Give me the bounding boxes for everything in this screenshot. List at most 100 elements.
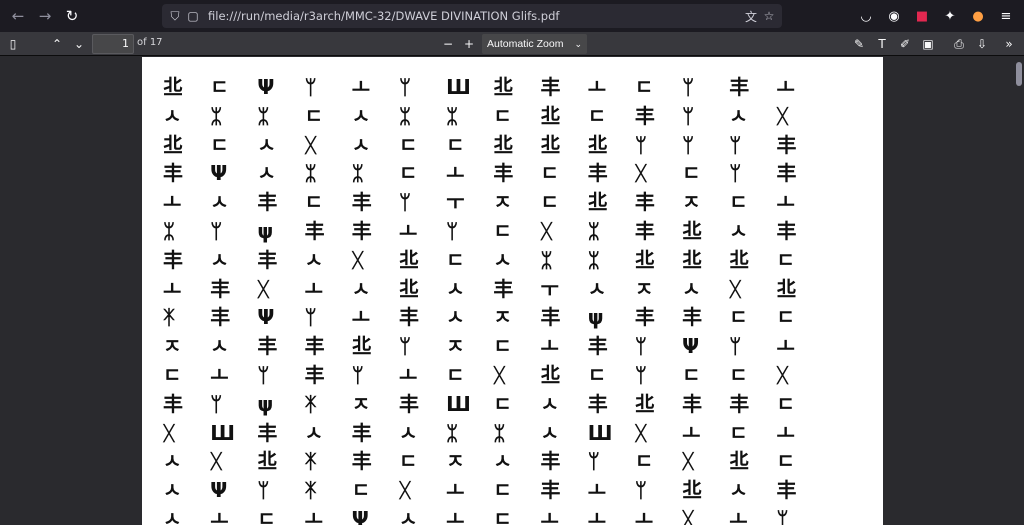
profile-icon[interactable]: ●	[966, 4, 990, 28]
glyph-symbol: 丰	[351, 449, 372, 474]
star-icon[interactable]: ☆	[760, 7, 778, 25]
glyph-symbol: ᚷ	[257, 276, 270, 301]
save-icon[interactable]: ⇩	[971, 34, 993, 54]
glyph-symbol: ㅈ	[634, 276, 654, 301]
glyph-symbol: ᛯ	[163, 218, 175, 243]
next-page-icon[interactable]: ⌄	[68, 34, 90, 54]
glyph-symbol: 丰	[634, 103, 655, 128]
glyph-symbol: ㄷ	[446, 362, 465, 387]
glyph-symbol: 丠	[587, 132, 608, 157]
forward-icon[interactable]: →	[33, 4, 57, 28]
glyph-symbol: ᛘ	[682, 75, 695, 99]
reload-icon[interactable]: ↻	[60, 4, 84, 28]
url-text[interactable]: file:///run/media/r3arch/MMC-32/DWAVE DI…	[208, 9, 559, 23]
glyph-symbol: Ψ	[351, 506, 369, 525]
zoom-out-icon[interactable]: −	[437, 34, 459, 54]
sidebar-toggle-icon[interactable]: ▯	[2, 34, 24, 54]
chevron-down-icon: ⌄	[574, 39, 582, 49]
glyph-symbol: ㄷ	[493, 334, 512, 359]
scrollbar-thumb[interactable]	[1016, 62, 1022, 86]
glyph-symbol: 丠	[163, 75, 183, 99]
menu-icon[interactable]: ≡	[994, 4, 1018, 28]
draw-icon[interactable]: ✐	[894, 34, 916, 54]
glyph-symbol: 丠	[634, 247, 655, 272]
glyph-symbol: ㄷ	[257, 506, 276, 525]
print-icon[interactable]: ⎙	[948, 34, 970, 54]
zoom-value: Automatic Zoom	[487, 38, 564, 50]
glyph-symbol: 丠	[351, 334, 372, 359]
shield-icon[interactable]: ⛉	[166, 7, 184, 25]
glyph-symbol: ᛯ	[446, 420, 459, 445]
glyph-symbol: ᛯ	[304, 161, 317, 186]
glyph-symbol: ㅅ	[163, 506, 182, 525]
glyph-symbol: 丰	[351, 190, 372, 215]
previous-page-icon[interactable]: ⌃	[46, 34, 68, 54]
glyph-symbol: ㅅ	[398, 506, 418, 525]
glyph-symbol: ㄷ	[446, 132, 465, 157]
extensions-icon[interactable]: ✦	[938, 4, 962, 28]
glyph-symbol: ㅅ	[729, 478, 748, 503]
ublock-icon[interactable]: ■	[910, 4, 934, 28]
glyph-symbol: ᚷ	[304, 132, 317, 157]
glyph-symbol: ㄷ	[587, 103, 607, 128]
glyph-symbol: ᚷ	[682, 449, 695, 474]
glyph-symbol: ㅅ	[257, 132, 276, 157]
glyph-symbol: 丰	[304, 334, 325, 359]
glyph-symbol: 丰	[257, 190, 278, 215]
glyph-symbol: ㅗ	[729, 506, 748, 525]
page-number-input[interactable]: 1	[92, 34, 134, 54]
translate-icon[interactable]: 文	[742, 7, 760, 25]
glyph-symbol: ᚷ	[682, 506, 695, 525]
glyph-symbol: ᚷ	[540, 218, 553, 243]
glyph-symbol: ㅗ	[210, 506, 229, 525]
glyph-symbol: ㅅ	[729, 103, 748, 128]
glyph-symbol: ㅗ	[351, 75, 371, 99]
glyph-symbol: ᛘ	[210, 391, 223, 416]
glyph-symbol: 丰	[351, 218, 372, 243]
glyph-symbol: ㅈ	[682, 190, 701, 215]
glyph-symbol: ᛘ	[634, 334, 647, 359]
glyph-symbol: ㄷ	[304, 190, 323, 215]
highlight-icon[interactable]: ✎	[848, 34, 870, 54]
glyph-symbol: ㄷ	[634, 449, 654, 474]
glyph-symbol: 丠	[540, 103, 561, 128]
glyph-symbol: ㄷ	[398, 161, 418, 186]
back-icon[interactable]: ←	[6, 4, 30, 28]
glyph-symbol: ㄷ	[493, 391, 512, 416]
glyph-symbol: 丠	[729, 247, 750, 272]
glyph-symbol: ㅗ	[587, 506, 607, 525]
glyph-symbol: ㅈ	[163, 334, 182, 359]
firefox-account-icon[interactable]: ◉	[882, 4, 906, 28]
glyph-symbol: Ш	[587, 420, 613, 445]
glyph-symbol: 丰	[493, 161, 514, 186]
glyph-symbol: ㅅ	[257, 161, 276, 186]
glyph-symbol: ㅅ	[210, 247, 229, 272]
glyph-symbol: ㅗ	[446, 478, 465, 503]
glyph-symbol: 丰	[210, 305, 231, 330]
glyph-symbol: ㄷ	[729, 190, 748, 215]
glyph-symbol: ㅗ	[682, 420, 701, 445]
glyph-symbol: 丠	[540, 132, 561, 157]
glyph-symbol: 丰	[682, 305, 703, 330]
glyph-symbol: ᛡ	[304, 391, 317, 416]
glyph-symbol: ㅅ	[351, 132, 371, 157]
glyph-symbol: ㅗ	[304, 506, 323, 525]
glyph-symbol: ㅅ	[398, 420, 418, 445]
glyph-symbol: ㅗ	[540, 506, 559, 525]
pdf-page: 丠ㄷΨᛘㅗᛘШ丠丰ㅗㄷᛘ丰ㅗㅅᛯᛯㄷㅅᛯᛯㄷ丠ㄷ丰ᛘㅅᚷ丠ㄷㅅᚷㅅㄷㄷ丠丠丠ᛘᛘ…	[142, 57, 883, 525]
glyph-symbol: ㅗ	[587, 75, 607, 99]
zoom-select[interactable]: Automatic Zoom ⌄	[482, 34, 587, 54]
zoom-in-icon[interactable]: +	[458, 34, 480, 54]
url-bar[interactable]: ⛉ ▢ file:///run/media/r3arch/MMC-32/DWAV…	[162, 4, 782, 28]
pdf-viewer[interactable]: 丠ㄷΨᛘㅗᛘШ丠丰ㅗㄷᛘ丰ㅗㅅᛯᛯㄷㅅᛯᛯㄷ丠ㄷ丰ᛘㅅᚷ丠ㄷㅅᚷㅅㄷㄷ丠丠丠ᛘᛘ…	[0, 57, 1024, 525]
glyph-symbol: ㄷ	[776, 247, 795, 272]
more-tools-icon[interactable]: »	[998, 34, 1020, 54]
text-icon[interactable]: T	[871, 34, 893, 54]
glyph-symbol: 丰	[351, 420, 372, 445]
glyph-symbol: ㄷ	[634, 75, 654, 99]
glyph-symbol: ᛡ	[304, 449, 317, 474]
image-icon[interactable]: ▣	[917, 34, 939, 54]
pocket-icon[interactable]: ◡	[854, 4, 878, 28]
glyph-symbol: Ш	[446, 75, 471, 99]
glyph-symbol: ㅅ	[493, 449, 512, 474]
